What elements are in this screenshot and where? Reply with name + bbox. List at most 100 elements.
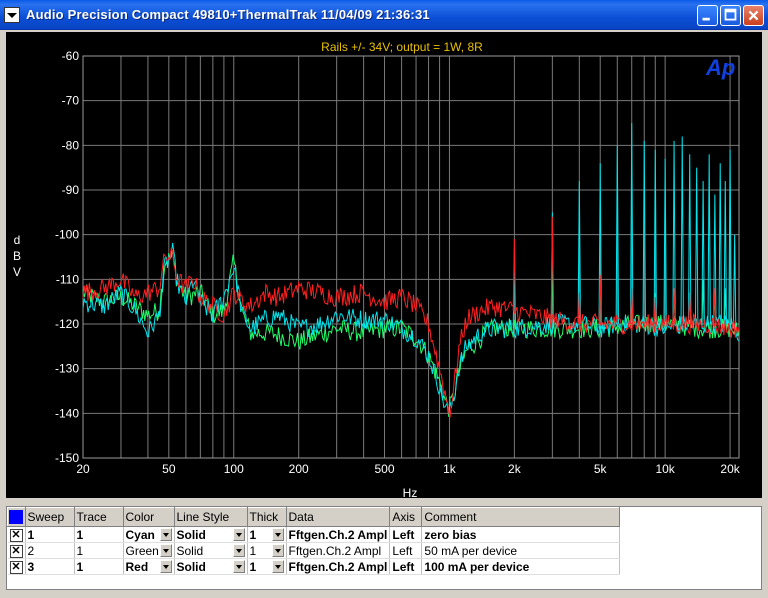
line-style-cell-value: Solid [176, 543, 204, 558]
dropdown-arrow-icon[interactable] [232, 560, 245, 573]
graph-panel: 20 50 100 200 500 1k 2k 5k 10k 20k -60 -70 -80 -90 -10… [6, 32, 762, 498]
y-tick-label: -100 [55, 228, 79, 242]
y-tick-label: -150 [55, 451, 79, 465]
thick-cell-value: 1 [249, 559, 257, 574]
trace-cell[interactable]: 1 [74, 558, 124, 575]
thick-cell[interactable]: 1 [247, 542, 287, 559]
x-tick-label: 20k [720, 462, 740, 476]
spectrum-chart: 20 50 100 200 500 1k 2k 5k 10k 20k-60-70-80-90-10… [13, 40, 741, 498]
line-style-cell-value: Solid [176, 559, 206, 574]
color-cell[interactable]: Red [123, 558, 175, 575]
x-axis-label: Hz [403, 486, 418, 498]
maximize-icon [724, 8, 737, 21]
harmonic-peak [701, 181, 705, 325]
grid-layer [82, 55, 740, 459]
color-cell-value: Green [125, 543, 159, 558]
title-bar: Audio Precision Compact 49810+ThermalTra… [0, 0, 768, 30]
harmonic-peak [718, 163, 722, 325]
col-thick[interactable]: Thick [246, 507, 287, 527]
axis-cell[interactable]: Left [389, 542, 423, 559]
col-line-style[interactable]: Line Style [173, 507, 248, 527]
color-cell[interactable]: Green [123, 542, 175, 559]
y-axis-label-char: V [13, 265, 21, 279]
thick-cell[interactable]: 1 [247, 526, 287, 543]
sweep-cell[interactable]: 1 [25, 526, 75, 543]
y-tick-label: -120 [55, 317, 79, 331]
col-data[interactable]: Data [285, 507, 391, 527]
select-all-cell[interactable] [7, 507, 26, 527]
sweep-cell[interactable]: 2 [25, 542, 75, 559]
close-button[interactable] [743, 5, 764, 26]
dropdown-arrow-icon[interactable] [232, 528, 245, 541]
col-color[interactable]: Color [122, 507, 175, 527]
data-cell[interactable]: Fftgen.Ch.2 Ampl [286, 542, 391, 559]
line-style-cell[interactable]: Solid [174, 558, 248, 575]
line-style-cell[interactable]: Solid [174, 526, 248, 543]
trace-table-panel: Sweep Trace Color Line Style Thick Data … [6, 506, 762, 590]
x-tick-label: 5k [594, 462, 608, 476]
comment-cell[interactable]: 50 mA per device [421, 542, 621, 559]
y-axis-label-char: d [14, 233, 21, 247]
series-layer [82, 122, 740, 418]
dropdown-arrow-icon[interactable] [271, 560, 284, 573]
app-menu-icon[interactable] [4, 6, 20, 23]
y-axis-label-char: B [13, 249, 21, 263]
data-cell[interactable]: Fftgen.Ch.2 Ampl [286, 526, 391, 543]
table-row[interactable]: ✕ 3 1 Red Solid 1 Fftgen.Ch.2 Ampl Left 100 mA p… [7, 558, 621, 575]
harmonic-peak [707, 154, 711, 325]
dropdown-arrow-icon[interactable] [271, 528, 284, 541]
y-tick-label: -80 [62, 138, 80, 152]
axis-cell[interactable]: Left [389, 558, 423, 575]
x-tick-label: 2k [508, 462, 522, 476]
y-tick-label: -110 [56, 272, 79, 286]
x-tick-label: 10k [655, 462, 675, 476]
color-cell-value: Red [125, 559, 149, 574]
maximize-button[interactable] [720, 5, 741, 26]
trace-table: Sweep Trace Color Line Style Thick Data … [7, 507, 621, 575]
table-header: Sweep Trace Color Line Style Thick Data … [7, 507, 621, 527]
x-tick-label: 500 [375, 462, 395, 476]
dropdown-arrow-icon[interactable] [232, 544, 245, 557]
checkbox-cell[interactable]: ✕ [7, 542, 26, 559]
chart-title: Rails +/- 34V; output = 1W, 8R [321, 40, 483, 54]
col-trace[interactable]: Trace [73, 507, 124, 527]
dropdown-arrow-icon[interactable] [159, 560, 172, 573]
comment-cell[interactable]: zero bias [421, 526, 621, 543]
y-tick-label: -60 [62, 49, 80, 63]
data-cell[interactable]: Fftgen.Ch.2 Ampl [286, 558, 391, 575]
harmonic-peak [694, 167, 699, 325]
sweep-cell[interactable]: 3 [25, 558, 75, 575]
col-comment[interactable]: Comment [421, 507, 621, 527]
trace-enable-checkbox[interactable]: ✕ [9, 561, 23, 574]
label-layer: 20 50 100 200 500 1k 2k 5k 10k 20k-60-70-80-90-10… [55, 49, 741, 476]
axis-cell[interactable]: Left [389, 526, 423, 543]
series-zero-bias [82, 122, 740, 415]
trace-enable-checkbox[interactable]: ✕ [9, 529, 23, 542]
trace-cell[interactable]: 1 [74, 526, 124, 543]
table-row[interactable]: ✕ 2 1 Green Solid 1 Fftgen.Ch.2 Ampl Left 50 mA … [7, 542, 621, 559]
plot-border [82, 55, 740, 459]
table-row[interactable]: ✕ 1 1 Cyan Solid 1 Fftgen.Ch.2 Ampl Left zero bi… [7, 526, 621, 543]
minimize-button[interactable] [697, 5, 718, 26]
col-axis[interactable]: Axis [389, 507, 423, 527]
line-style-cell[interactable]: Solid [174, 542, 248, 559]
dropdown-arrow-icon[interactable] [159, 544, 172, 557]
trace-enable-checkbox[interactable]: ✕ [9, 545, 23, 558]
comment-cell[interactable]: 100 mA per device [421, 558, 621, 575]
checkbox-cell[interactable]: ✕ [7, 526, 26, 543]
thick-cell[interactable]: 1 [247, 558, 287, 575]
y-tick-label: -140 [55, 406, 79, 420]
harmonic-peak [732, 234, 737, 329]
checkbox-cell[interactable]: ✕ [7, 558, 26, 575]
y-tick-label: -130 [55, 362, 79, 376]
harmonic-peak [680, 136, 684, 325]
dropdown-arrow-icon[interactable] [159, 528, 172, 541]
color-cell[interactable]: Cyan [123, 526, 175, 543]
line-style-cell-value: Solid [176, 527, 206, 542]
x-tick-label: 200 [289, 462, 309, 476]
thick-cell-value: 1 [249, 527, 257, 542]
thick-cell-value: 1 [249, 543, 257, 558]
dropdown-arrow-icon[interactable] [271, 544, 284, 557]
col-sweep[interactable]: Sweep [24, 507, 75, 527]
trace-cell[interactable]: 1 [74, 542, 124, 559]
